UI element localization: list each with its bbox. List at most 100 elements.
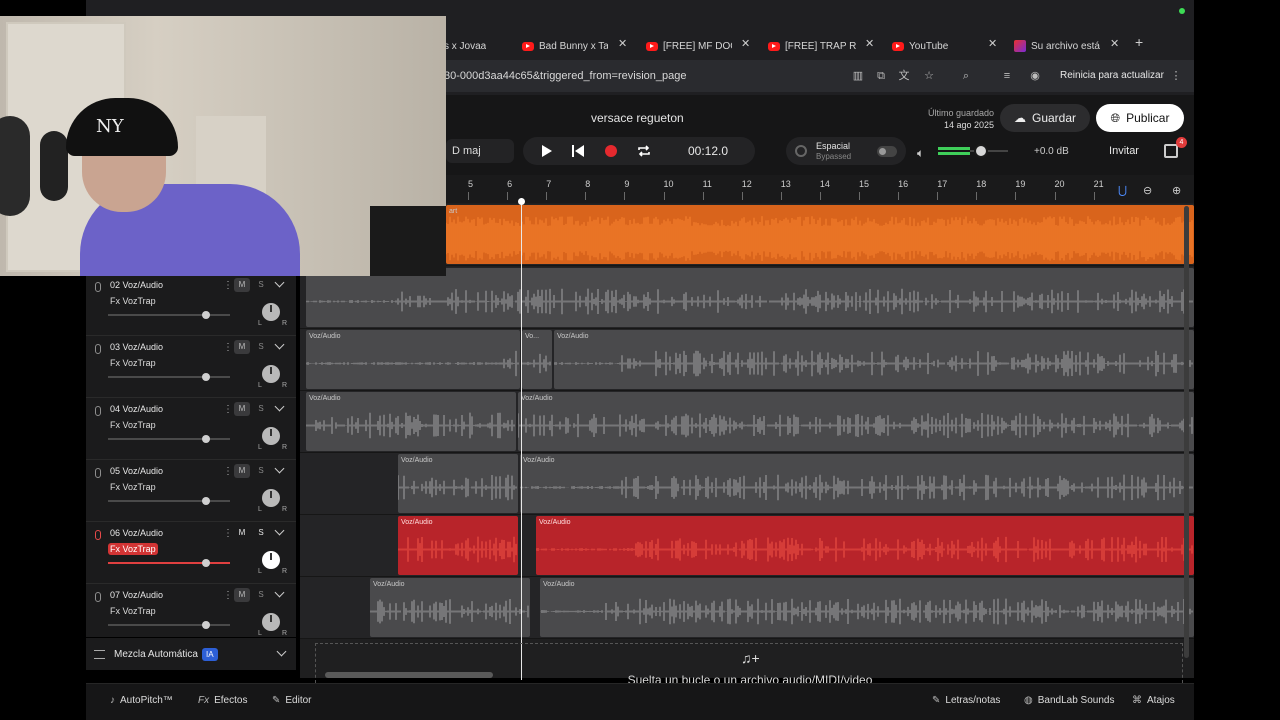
browser-tab[interactable]: s x Jovaa [444, 34, 514, 58]
mute-button[interactable]: M [234, 402, 250, 416]
browser-tab[interactable]: [FREE] MF DOO [646, 34, 732, 58]
volume-fader-knob[interactable] [202, 559, 210, 567]
track-header[interactable]: 06 Voz/Audio Fx VozTrap ⋮ M S L R [86, 522, 296, 584]
magnet-icon[interactable]: ⋃ [1118, 184, 1127, 197]
loop-icon[interactable] [637, 144, 651, 158]
chevron-down-icon[interactable] [276, 646, 287, 657]
audio-clip[interactable] [306, 268, 1194, 327]
track-fx-preset[interactable]: Fx VozTrap [108, 481, 158, 493]
volume-fader[interactable] [108, 376, 230, 378]
volume-fader-knob[interactable] [202, 435, 210, 443]
save-button[interactable]: ☁ Guardar [1000, 104, 1090, 132]
speaker-icon[interactable]: 🔈︎ [917, 146, 924, 161]
vertical-scrollbar[interactable] [1184, 206, 1189, 658]
lyrics-button[interactable]: ✎ Letras/notas [932, 695, 1000, 706]
menu-dots-icon[interactable]: ⋮ [1170, 70, 1182, 82]
track-lane[interactable]: Voz/Audio Vo... Voz/Audio [300, 329, 1194, 391]
browser-tab[interactable]: Bad Bunny x Ta [522, 34, 608, 58]
volume-fader[interactable] [108, 314, 230, 316]
mute-button[interactable]: M [234, 526, 250, 540]
play-icon[interactable] [539, 144, 553, 158]
pan-knob[interactable] [262, 489, 280, 507]
mute-button[interactable]: M [234, 588, 250, 602]
track-header[interactable]: 04 Voz/Audio Fx VozTrap ⋮ M S L R [86, 398, 296, 460]
track-header[interactable]: 05 Voz/Audio Fx VozTrap ⋮ M S L R [86, 460, 296, 522]
zoom-out-icon[interactable]: ⊖ [1143, 184, 1152, 197]
key-selector[interactable]: D maj [446, 139, 514, 163]
tab-close-icon[interactable]: ✕ [618, 37, 627, 50]
mute-button[interactable]: M [234, 278, 250, 292]
audio-clip[interactable]: Voz/Audio [306, 330, 520, 389]
chevron-down-icon[interactable] [274, 401, 285, 412]
chevron-down-icon[interactable] [274, 463, 285, 474]
audio-clip[interactable]: Voz/Audio [540, 578, 1194, 637]
audio-clip[interactable]: Vo... [522, 330, 552, 389]
spatial-switch[interactable] [877, 146, 897, 157]
track-header[interactable]: 02 Voz/Audio Fx VozTrap ⋮ M S L R [86, 274, 296, 336]
track-menu-icon[interactable]: ⋮ [223, 342, 233, 353]
track-menu-icon[interactable]: ⋮ [223, 404, 233, 415]
autopitch-button[interactable]: ♪ AutoPitch™ [110, 695, 173, 706]
zoom-in-icon[interactable]: ⊕ [1172, 184, 1181, 197]
chevron-down-icon[interactable] [274, 587, 285, 598]
volume-fader[interactable] [108, 624, 230, 626]
browser-tab[interactable]: YouTube [892, 34, 988, 58]
solo-button[interactable]: S [254, 464, 268, 478]
spatial-audio-toggle[interactable]: Espacial Bypassed [786, 137, 906, 165]
track-lane[interactable]: Voz/Audio Voz/Audio [300, 391, 1194, 453]
translate-icon[interactable]: 文 [898, 70, 910, 82]
pan-knob[interactable] [262, 427, 280, 445]
audio-clip[interactable]: Voz/Audio [536, 516, 1194, 575]
microphone-icon[interactable] [95, 344, 101, 354]
microphone-icon[interactable] [95, 530, 101, 540]
volume-fader-knob[interactable] [202, 373, 210, 381]
track-fx-preset[interactable]: Fx VozTrap [108, 605, 158, 617]
track-lane[interactable]: Voz/Audio Voz/Audio [300, 577, 1194, 639]
chevron-down-icon[interactable] [274, 277, 285, 288]
audio-clip[interactable]: Voz/Audio [554, 330, 1194, 389]
browser-tab[interactable]: Su archivo está [1014, 34, 1110, 58]
track-lane[interactable] [300, 267, 1194, 329]
effects-button[interactable]: Fx Efectos [198, 695, 247, 706]
restart-update-button[interactable]: Reinicia para actualizar [1048, 66, 1176, 86]
track-fx-preset[interactable]: Fx VozTrap [108, 295, 158, 307]
media-controls-icon[interactable]: ≡ [1001, 70, 1013, 82]
track-menu-icon[interactable]: ⋮ [223, 528, 233, 539]
microphone-icon[interactable] [95, 406, 101, 416]
microphone-icon[interactable] [95, 468, 101, 478]
tab-close-icon[interactable]: ✕ [865, 37, 874, 50]
volume-fader[interactable] [108, 438, 230, 440]
volume-knob[interactable] [974, 144, 988, 158]
profile-icon[interactable]: ◉ [1029, 70, 1041, 82]
record-icon[interactable] [604, 144, 618, 158]
master-volume-slider[interactable] [938, 144, 1008, 158]
tab-close-icon[interactable]: ✕ [741, 37, 750, 50]
bookmark-star-icon[interactable]: ☆ [923, 70, 935, 82]
audio-clip[interactable]: art [446, 205, 1194, 264]
solo-button[interactable]: S [254, 526, 268, 540]
pan-knob[interactable] [262, 365, 280, 383]
shortcuts-button[interactable]: ⌘ Atajos [1132, 695, 1175, 706]
mute-button[interactable]: M [234, 340, 250, 354]
bandlab-sounds-button[interactable]: ◍ BandLab Sounds [1024, 695, 1114, 706]
solo-button[interactable]: S [254, 402, 268, 416]
track-fx-preset[interactable]: Fx VozTrap [108, 543, 158, 555]
volume-fader-knob[interactable] [202, 497, 210, 505]
pan-knob[interactable] [262, 613, 280, 631]
solo-button[interactable]: S [254, 588, 268, 602]
pan-knob[interactable] [262, 303, 280, 321]
tab-close-icon[interactable]: ✕ [1110, 37, 1119, 50]
playhead[interactable] [518, 198, 525, 680]
solo-button[interactable]: S [254, 278, 268, 292]
volume-fader-knob[interactable] [202, 621, 210, 629]
audio-clip[interactable]: Voz/Audio [398, 516, 518, 575]
audio-clip[interactable]: Voz/Audio [370, 578, 530, 637]
reading-mode-icon[interactable]: ▥ [852, 70, 864, 82]
chevron-down-icon[interactable] [274, 525, 285, 536]
solo-button[interactable]: S [254, 340, 268, 354]
gift-icon[interactable] [1164, 144, 1178, 158]
volume-fader-knob[interactable] [202, 311, 210, 319]
auto-mix-row[interactable]: Mezcla Automática IA [86, 638, 296, 670]
browser-tab[interactable]: [FREE] TRAP RE [768, 34, 856, 58]
audio-clip[interactable]: Voz/Audio [518, 392, 1194, 451]
